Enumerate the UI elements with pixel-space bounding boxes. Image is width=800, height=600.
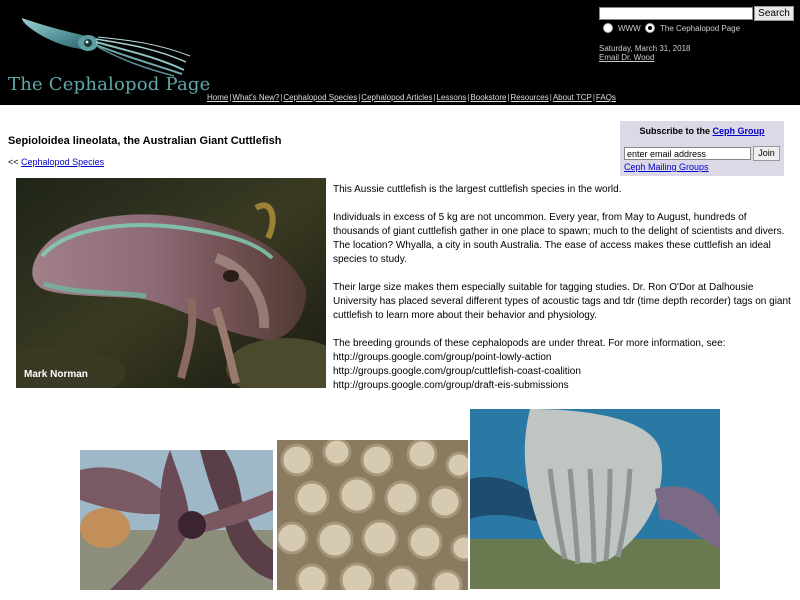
nav-about-tcp[interactable]: About TCP [553, 93, 592, 102]
paragraph-2: Individuals in excess of 5 kg are not un… [333, 212, 785, 265]
nav-resources[interactable]: Resources [511, 93, 549, 102]
nav-lessons[interactable]: Lessons [437, 93, 467, 102]
nav-separator: | [507, 93, 510, 102]
page-title: Sepioloidea lineolata, the Australian Gi… [8, 135, 282, 147]
site-header: The Cephalopod Page Search WWW The Cepha… [0, 0, 800, 105]
subscribe-title: Subscribe to the Ceph Group [620, 126, 784, 136]
subscribe-box: Subscribe to the Ceph Group Join Ceph Ma… [620, 121, 784, 176]
threat-link-2[interactable]: http://groups.google.com/group/cuttlefis… [333, 365, 795, 379]
paragraph-1: This Aussie cuttlefish is the largest cu… [333, 184, 622, 195]
radio-cephalopod-page[interactable] [645, 23, 655, 33]
nav-separator: | [433, 93, 436, 102]
photo-credit: Mark Norman [24, 369, 88, 380]
threat-link-3[interactable]: http://groups.google.com/group/draft-eis… [333, 379, 795, 393]
search-input[interactable] [599, 7, 753, 20]
email-field[interactable] [624, 147, 751, 160]
nav-cephalopod-species[interactable]: Cephalopod Species [283, 93, 357, 102]
current-date: Saturday, March 31, 2018 [599, 44, 691, 53]
giant-cuttlefish-photo [16, 178, 326, 388]
main-nav: Home|What's New?|Cephalopod Species|Ceph… [207, 93, 616, 102]
search-button[interactable]: Search [754, 6, 794, 21]
article-body: This Aussie cuttlefish is the largest cu… [333, 183, 795, 393]
nav-bookstore[interactable]: Bookstore [470, 93, 506, 102]
nav-separator: | [549, 93, 552, 102]
radio-www[interactable] [603, 23, 613, 33]
back-to-species-link[interactable]: Cephalopod Species [21, 157, 104, 167]
back-arrows: << [8, 157, 19, 167]
nav-separator: | [358, 93, 361, 102]
join-button[interactable]: Join [753, 146, 780, 161]
ceph-mailing-groups-link[interactable]: Ceph Mailing Groups [624, 162, 709, 172]
nav-whats-new[interactable]: What's New? [232, 93, 279, 102]
paragraph-3: Their large size makes them especially s… [333, 282, 791, 321]
cuttlefish-suckers-photo [277, 440, 468, 590]
cuttlefish-arms-photo [80, 450, 273, 590]
nav-home[interactable]: Home [207, 93, 228, 102]
radio-www-label: WWW [618, 24, 641, 33]
site-title[interactable]: The Cephalopod Page [8, 74, 210, 95]
paragraph-4: The breeding grounds of these cephalopod… [333, 338, 726, 349]
nav-cephalopod-articles[interactable]: Cephalopod Articles [361, 93, 432, 102]
subscribe-title-prefix: Subscribe to the [639, 126, 710, 136]
diver-with-cuttlefish-photo [470, 409, 720, 589]
nav-faqs[interactable]: FAQs [596, 93, 616, 102]
nav-separator: | [592, 93, 595, 102]
radio-cephalopod-page-label: The Cephalopod Page [660, 24, 741, 33]
email-dr-wood-link[interactable]: Email Dr. Wood [599, 53, 654, 62]
squid-logo-icon[interactable] [14, 12, 194, 82]
breadcrumb: << Cephalopod Species [8, 157, 104, 167]
ceph-group-link[interactable]: Ceph Group [713, 126, 765, 136]
threat-link-1[interactable]: http://groups.google.com/group/point-low… [333, 351, 795, 365]
